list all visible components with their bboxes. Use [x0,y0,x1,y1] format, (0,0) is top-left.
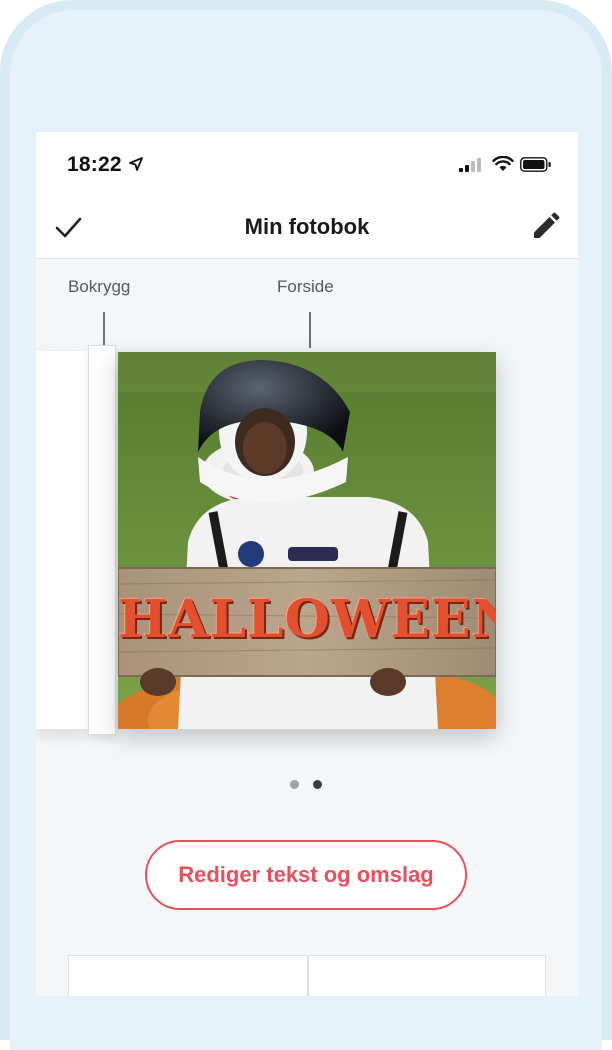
location-arrow-icon [129,157,143,171]
signal-icon [459,158,481,172]
pencil-icon[interactable] [530,212,560,242]
page-dot-2-active[interactable] [313,780,322,789]
front-cover[interactable]: HALLOWEEN [118,352,496,729]
photobook-preview: Bokrygg Forside HALLOWEEN [36,259,578,789]
edit-text-and-cover-button[interactable]: Rediger tekst og omslag [145,840,467,910]
spine-indicator-line [103,312,105,348]
wifi-icon [492,156,514,171]
page-thumbnail-right[interactable] [308,955,546,996]
page-thumbnail-left[interactable] [68,955,308,996]
cover-sign-text: HALLOWEEN [118,589,496,650]
battery-icon [520,157,551,172]
page-dot-1[interactable] [290,780,299,789]
navigation-bar: Min fotobok [36,196,578,259]
page-title: Min fotobok [244,214,370,239]
front-cover-label: Forside [277,277,334,296]
status-time: 18:22 [67,153,122,176]
cover-photo [118,352,496,729]
status-bar: 18:22 [36,132,578,196]
spine-label: Bokrygg [68,277,131,296]
front-indicator-line [309,312,311,348]
book-spine[interactable] [88,345,116,735]
app-screen: 18:22 Min fotobok Bokrygg Forside HALLOW… [36,132,578,996]
back-cover [36,351,88,729]
